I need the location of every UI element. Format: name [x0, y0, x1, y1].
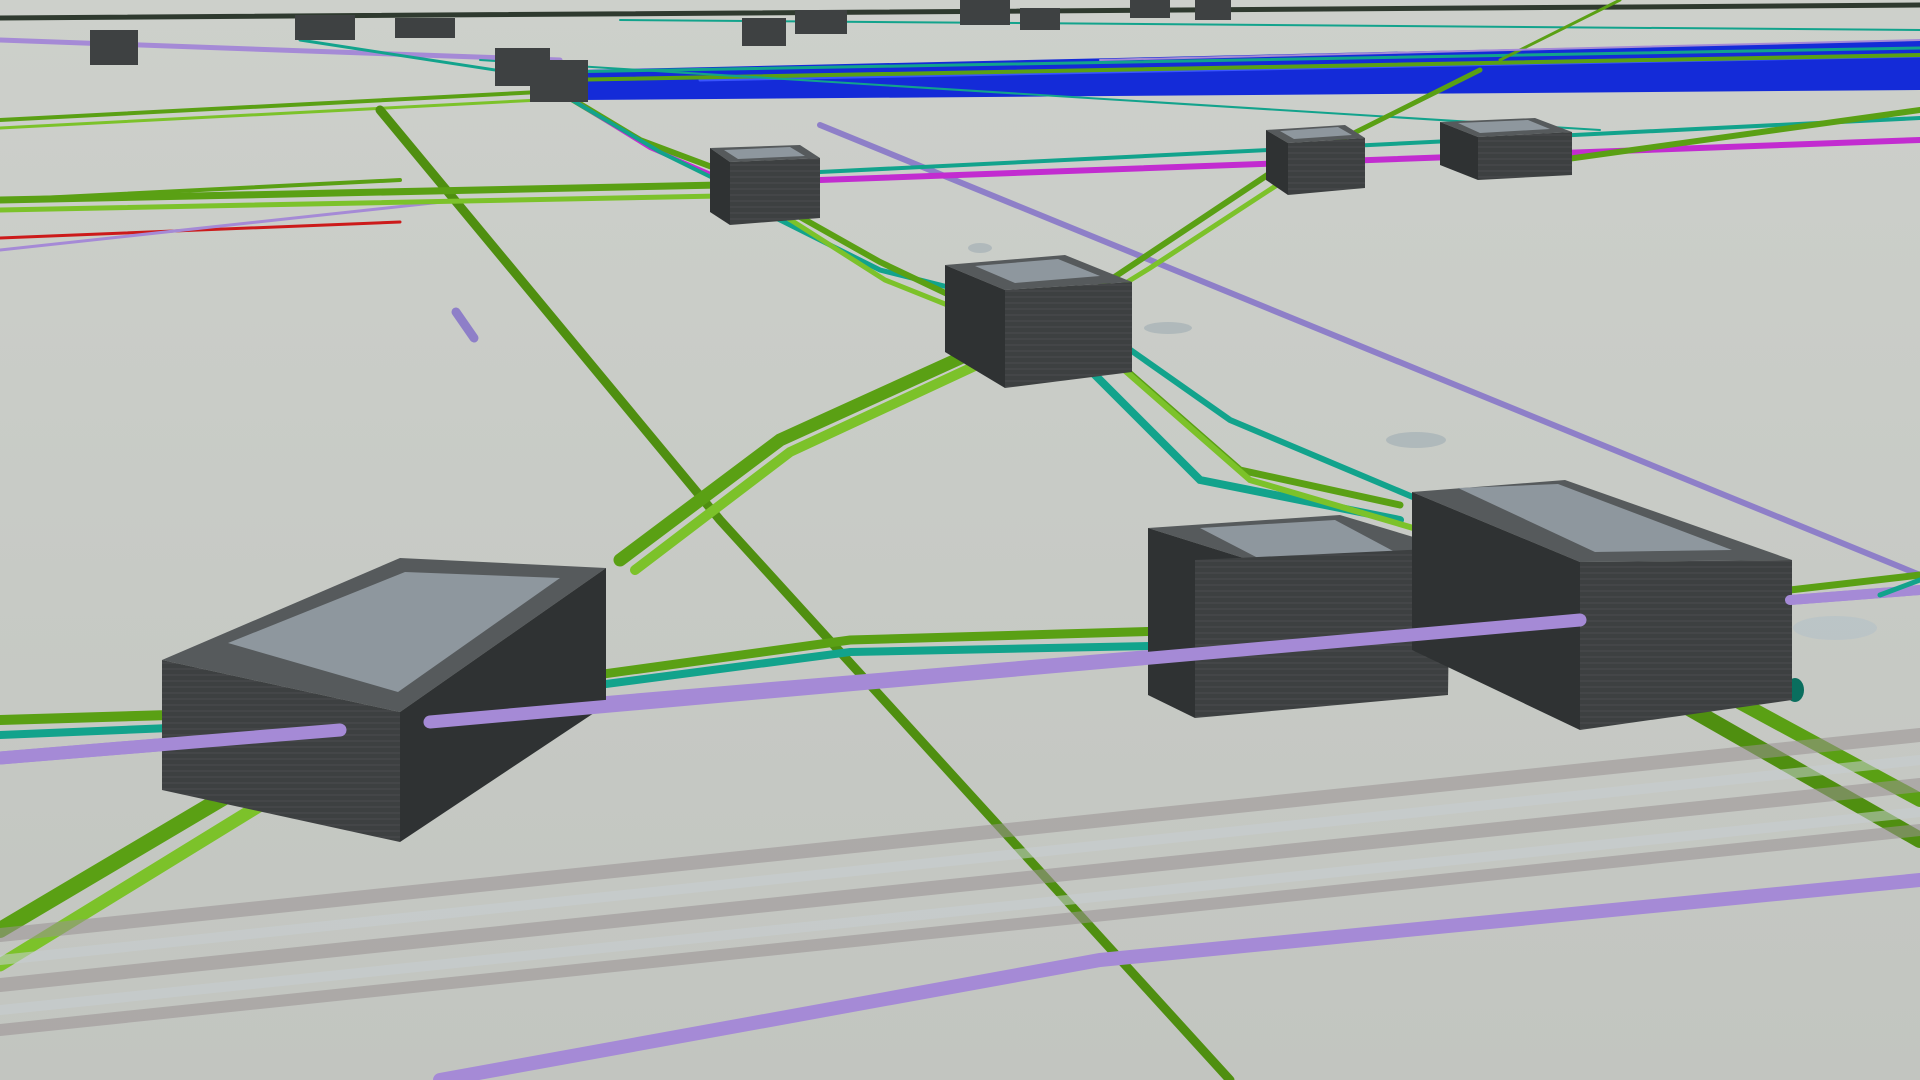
utility-chamber-c [1440, 118, 1572, 180]
utility-chamber-d [945, 255, 1132, 388]
utility-chamber-a [710, 145, 820, 225]
utility-chamber-b [1266, 125, 1365, 195]
utility-network-3d-view [0, 0, 1920, 1080]
utility-chamber-f [1148, 515, 1450, 718]
